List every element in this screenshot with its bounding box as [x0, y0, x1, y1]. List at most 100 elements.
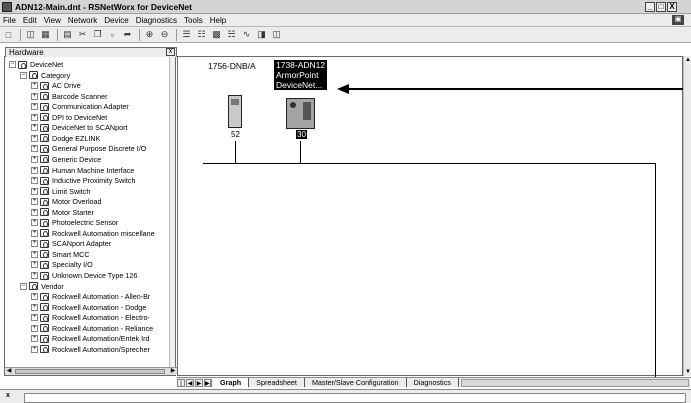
armorpoint-device-icon[interactable]	[286, 98, 315, 129]
tree-node[interactable]: + Inductive Proximity Switch	[31, 176, 135, 185]
tree-node[interactable]: + Rockwell Automation - Allen-Br	[31, 292, 150, 301]
tree-node[interactable]: − Vendor	[20, 282, 64, 291]
mdi-restore-icon[interactable]: ▣	[672, 15, 684, 25]
menu-file[interactable]: File	[3, 16, 16, 25]
online-icon[interactable]: ☵	[225, 29, 238, 41]
tree-node[interactable]: + Generic Device	[31, 155, 101, 164]
tree-node[interactable]: + AC Drive	[31, 81, 81, 90]
next-tab-icon[interactable]: ▶	[195, 378, 203, 387]
open-icon[interactable]: ◫	[24, 29, 37, 41]
expand-icon[interactable]: +	[31, 155, 38, 163]
expand-icon[interactable]: +	[31, 166, 38, 174]
continuous-browse-icon[interactable]: ☷	[195, 29, 208, 41]
tree-node[interactable]: + Motor Starter	[31, 208, 94, 217]
expand-icon[interactable]: +	[31, 198, 38, 206]
menu-device[interactable]: Device	[104, 16, 128, 25]
scanner-device-icon[interactable]	[228, 95, 242, 128]
menu-tools[interactable]: Tools	[184, 16, 203, 25]
expand-icon[interactable]: +	[31, 103, 38, 111]
expand-icon[interactable]: +	[31, 261, 38, 269]
expand-icon[interactable]: +	[31, 134, 38, 142]
menu-diagnostics[interactable]: Diagnostics	[136, 16, 177, 25]
tree-node[interactable]: + Rockwell Automation/Entek Ird	[31, 334, 149, 343]
save-icon[interactable]: ▦	[39, 29, 52, 41]
tree-node[interactable]: + SCANport Adapter	[31, 239, 111, 248]
wizard-icon[interactable]: ◫	[270, 29, 283, 41]
expand-icon[interactable]: +	[31, 293, 38, 301]
graph-icon[interactable]: ∿	[240, 29, 253, 41]
menu-view[interactable]: View	[44, 16, 61, 25]
expand-icon[interactable]: +	[31, 272, 38, 279]
previous-tab-icon[interactable]: ◀	[186, 378, 194, 387]
cut-icon[interactable]: ✂	[76, 29, 89, 41]
first-tab-icon[interactable]: |◀	[177, 378, 185, 395]
menu-edit[interactable]: Edit	[23, 16, 37, 25]
tree-node[interactable]: + Unknown Device Type 126	[31, 271, 137, 280]
close-button[interactable]: X	[667, 2, 677, 12]
zoom-in-icon[interactable]: ⊕	[143, 29, 156, 41]
close-message-pane-icon[interactable]: x	[6, 392, 10, 399]
tree-node[interactable]: + Specialty I/O	[31, 260, 93, 269]
last-tab-icon[interactable]: ▶|	[204, 378, 212, 387]
tree-node[interactable]: + Communication Adapter	[31, 102, 129, 111]
scroll-up-icon[interactable]: ▲	[684, 56, 691, 64]
tree-vertical-scrollbar[interactable]	[169, 57, 175, 369]
expand-icon[interactable]: +	[31, 187, 38, 195]
maximize-button[interactable]: □	[656, 2, 666, 12]
tree-node[interactable]: + General Purpose Discrete I/O	[31, 144, 146, 153]
new-icon[interactable]: □	[2, 29, 15, 41]
expand-icon[interactable]: +	[31, 303, 38, 311]
upload-icon[interactable]: ▩	[210, 29, 223, 41]
tab-graph[interactable]: Graph	[213, 378, 250, 387]
tree-node[interactable]: − DeviceNet	[9, 60, 63, 69]
tree-node[interactable]: + Barcode Scanner	[31, 92, 108, 101]
paste-icon[interactable]: ▫	[106, 29, 119, 41]
hardware-tree[interactable]: − DeviceNet − Category + AC Drive + Barcode Sca…	[5, 57, 171, 369]
expand-icon[interactable]: +	[31, 82, 38, 90]
network-graph-view[interactable]: 1756-DNB/A 1738-ADN12 ArmorPoint DeviceN…	[177, 56, 684, 377]
tree-node[interactable]: + Rockwell Automation - Reliance	[31, 324, 153, 333]
tree-node[interactable]: + Dodge EZLINK	[31, 134, 100, 143]
tab-spreadsheet[interactable]: Spreadsheet	[249, 378, 305, 387]
tree-node[interactable]: + DeviceNet to SCANport	[31, 123, 128, 132]
menu-help[interactable]: Help	[210, 16, 226, 25]
copy-icon[interactable]: ❐	[91, 29, 104, 41]
properties-icon[interactable]: ◨	[255, 29, 268, 41]
expand-icon[interactable]: +	[31, 229, 38, 237]
expand-icon[interactable]: +	[31, 208, 38, 216]
collapse-icon[interactable]: −	[9, 61, 16, 68]
expand-icon[interactable]: +	[31, 240, 38, 248]
tree-node[interactable]: − Category	[20, 71, 70, 80]
expand-icon[interactable]: +	[31, 219, 38, 227]
expand-icon[interactable]: +	[31, 324, 38, 332]
zoom-out-icon[interactable]: ⊖	[158, 29, 171, 41]
expand-icon[interactable]: +	[31, 124, 38, 132]
menu-network[interactable]: Network	[68, 16, 97, 25]
tree-node[interactable]: + Rockwell Automation/Sprecher	[31, 345, 150, 354]
device-label-1738-adn12[interactable]: 1738-ADN12 ArmorPoint DeviceNet...	[274, 60, 328, 90]
help-pointer-icon[interactable]: ➦	[121, 29, 134, 41]
scroll-left-icon[interactable]: ◀	[5, 368, 13, 375]
collapse-icon[interactable]: −	[20, 71, 27, 79]
tab-diagnostics[interactable]: Diagnostics	[407, 378, 459, 387]
close-panel-icon[interactable]: x	[166, 48, 175, 56]
expand-icon[interactable]: +	[31, 345, 38, 353]
tree-node[interactable]: + Rockwell Automation - Dodge	[31, 303, 146, 312]
expand-icon[interactable]: +	[31, 113, 38, 121]
tree-node[interactable]: + Motor Overload	[31, 197, 102, 206]
expand-icon[interactable]: +	[31, 335, 38, 343]
scroll-down-icon[interactable]: ▼	[684, 368, 691, 376]
tree-node[interactable]: + Rockwell Automation - Electro-	[31, 313, 150, 322]
print-icon[interactable]: ▤	[61, 29, 74, 41]
tree-node[interactable]: + Rockwell Automation miscellane	[31, 229, 155, 238]
tree-horizontal-scrollbar[interactable]: ◀ ▶	[5, 367, 177, 375]
tab-horizontal-scrollbar[interactable]	[460, 378, 689, 387]
expand-icon[interactable]: +	[31, 250, 38, 258]
tree-node[interactable]: + Smart MCC	[31, 250, 90, 259]
device-label-1756-dnb[interactable]: 1756-DNB/A	[208, 61, 256, 71]
scroll-right-icon[interactable]: ▶	[169, 368, 177, 375]
collapse-icon[interactable]: −	[20, 282, 27, 290]
tree-node[interactable]: + Human Machine Interface	[31, 166, 134, 175]
scroll-thumb[interactable]	[15, 369, 165, 374]
expand-icon[interactable]: +	[31, 177, 38, 185]
